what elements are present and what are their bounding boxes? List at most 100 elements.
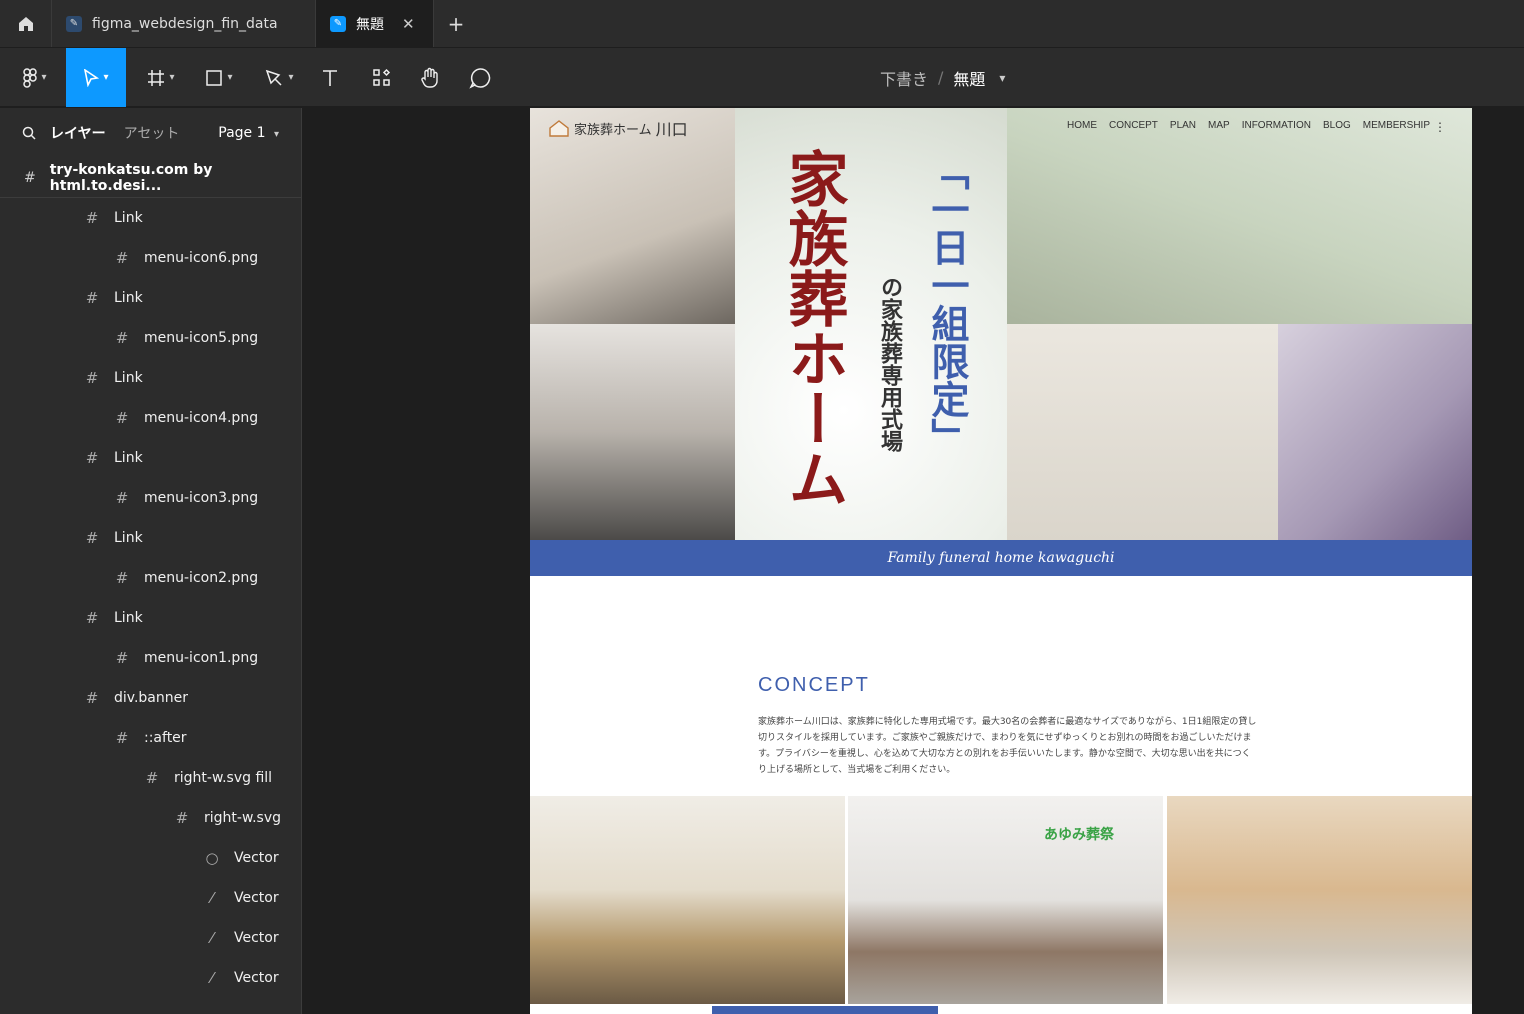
home-button[interactable] [0, 0, 52, 47]
layer-row[interactable]: # div.banner [0, 678, 301, 718]
frame-icon: # [115, 329, 129, 347]
frame-icon: # [175, 809, 189, 827]
tab-untitled[interactable]: ✎ 無題 ✕ [316, 0, 434, 47]
text-icon [323, 69, 337, 86]
layer-row[interactable]: # menu-icon3.png [0, 478, 301, 518]
layer-row[interactable]: # menu-icon6.png [0, 238, 301, 278]
layer-label: Link [114, 210, 143, 226]
root-frame-row[interactable]: # try-konkatsu.com by html.to.desi... [0, 158, 301, 198]
concept-body: 家族葬ホーム川口は、家族葬に特化した専用式場です。最大30名の会葬者に最適なサイ… [758, 717, 1257, 775]
layer-row[interactable]: # right-w.svg fill [0, 758, 301, 798]
breadcrumb-parent[interactable]: 下書き [880, 66, 928, 90]
layer-row[interactable]: # menu-icon5.png [0, 318, 301, 358]
layer-label: Link [114, 610, 143, 626]
hand-tool-button[interactable] [412, 48, 448, 107]
frame-icon: # [115, 409, 129, 427]
layer-row[interactable]: ⁄ Vector [0, 878, 301, 918]
tab-figma-webdesign[interactable]: ✎ figma_webdesign_fin_data [52, 0, 316, 47]
frame-icon: # [115, 569, 129, 587]
file-name[interactable]: 無題 [953, 66, 985, 90]
frame-icon: # [85, 289, 99, 307]
frame-icon: # [85, 529, 99, 547]
layer-row[interactable]: # menu-icon4.png [0, 398, 301, 438]
main-menu-button[interactable]: ▾ [10, 48, 60, 107]
site-nav-item[interactable]: CONCEPT [1109, 120, 1158, 131]
banner-text: Family funeral home kawaguchi [887, 550, 1115, 566]
shape-tool-button[interactable]: ▾ [194, 48, 244, 107]
layer-row[interactable]: # Link [0, 198, 301, 238]
photo-row: あゆみ葬祭 [530, 796, 1472, 1006]
layer-label: ::after [144, 730, 187, 746]
layer-row[interactable]: ⁄ Vector [0, 958, 301, 998]
site-nav-item[interactable]: PLAN [1170, 120, 1196, 131]
frame-icon: # [85, 209, 99, 227]
site-nav-item[interactable]: MEMBERSHIP [1363, 120, 1430, 131]
page-selector[interactable]: Page 1 ▾ [218, 125, 279, 141]
layer-label: Link [114, 450, 143, 466]
layer-row[interactable]: ○ Vector [0, 838, 301, 878]
layer-list: # Link # menu-icon6.png # Link # menu-icon5.png… [0, 198, 301, 998]
tab-assets[interactable]: アセット [124, 123, 180, 143]
layer-row[interactable]: # menu-icon2.png [0, 558, 301, 598]
pen-icon [266, 69, 283, 86]
move-tool-button[interactable]: ▾ [66, 48, 126, 107]
logo-accent: 川口 [655, 120, 688, 139]
layer-label: menu-icon6.png [144, 250, 259, 266]
close-icon[interactable]: ✕ [402, 15, 415, 33]
canvas[interactable]: 家族葬ホーム 川口 HOME CONCEPT PLAN MAP INFORMATION BL… [302, 108, 1524, 1014]
layer-label: Link [114, 370, 143, 386]
comment-tool-button[interactable] [462, 48, 498, 107]
layer-row[interactable]: #::after [0, 718, 301, 758]
line-icon: ⁄ [210, 889, 214, 907]
chevron-down-icon[interactable]: ▾ [999, 71, 1005, 85]
layer-row[interactable]: # Link [0, 358, 301, 398]
layer-row[interactable]: # Link [0, 438, 301, 478]
frame-icon: # [24, 169, 36, 186]
frame-tool-button[interactable]: ▾ [136, 48, 186, 107]
hero-tag: 「一日一組限定」 [925, 152, 970, 456]
figma-file-icon: ✎ [66, 15, 82, 32]
line-icon: ⁄ [210, 929, 214, 947]
layer-row[interactable]: # menu-icon1.png [0, 638, 301, 678]
chevron-down-icon: ▾ [288, 72, 294, 83]
design-frame[interactable]: 家族葬ホーム 川口 HOME CONCEPT PLAN MAP INFORMATION BL… [530, 108, 1472, 1014]
layer-label: Link [114, 290, 143, 306]
tab-label: 無題 [356, 16, 384, 33]
layer-label: Vector [234, 930, 279, 946]
tab-layers[interactable]: レイヤー [50, 123, 106, 143]
site-logo[interactable]: 家族葬ホーム 川口 [548, 116, 688, 140]
layer-row[interactable]: # Link [0, 518, 301, 558]
layer-row[interactable]: # Link [0, 598, 301, 638]
cursor-icon [84, 68, 100, 87]
hero-photo-child [1007, 108, 1472, 324]
layer-label: menu-icon2.png [144, 570, 259, 586]
frame-icon: # [85, 449, 99, 467]
logo-text: 家族葬ホーム [574, 122, 652, 138]
site-nav-item[interactable]: INFORMATION [1242, 120, 1311, 131]
photo-building-exterior: あゆみ葬祭 [848, 796, 1163, 1004]
layer-label: Vector [234, 850, 279, 866]
site-nav-item[interactable]: HOME [1067, 120, 1097, 131]
resources-button[interactable] [364, 48, 400, 107]
rectangle-icon [206, 69, 223, 86]
search-icon[interactable] [22, 126, 36, 140]
layer-row[interactable]: # Link [0, 278, 301, 318]
line-icon: ⁄ [210, 969, 214, 987]
site-nav-item[interactable]: BLOG [1323, 120, 1351, 131]
site-more-icon[interactable]: ⋮ [1434, 120, 1446, 134]
layer-row[interactable]: ⁄ Vector [0, 918, 301, 958]
site-nav-item[interactable]: MAP [1208, 120, 1230, 131]
text-tool-button[interactable] [312, 48, 348, 107]
pen-tool-button[interactable]: ▾ [254, 48, 304, 107]
layer-label: menu-icon4.png [144, 410, 259, 426]
comment-icon [469, 67, 491, 89]
new-tab-button[interactable]: + [434, 0, 478, 47]
chevron-down-icon: ▾ [273, 129, 279, 140]
photo-living-room [1167, 796, 1472, 1004]
layer-label: div.banner [114, 690, 189, 706]
frame-icon [148, 69, 165, 86]
root-frame-label: try-konkatsu.com by html.to.desi... [49, 161, 213, 194]
home-icon [18, 16, 33, 31]
layer-row[interactable]: # right-w.svg [0, 798, 301, 838]
layer-label: menu-icon3.png [144, 490, 259, 506]
